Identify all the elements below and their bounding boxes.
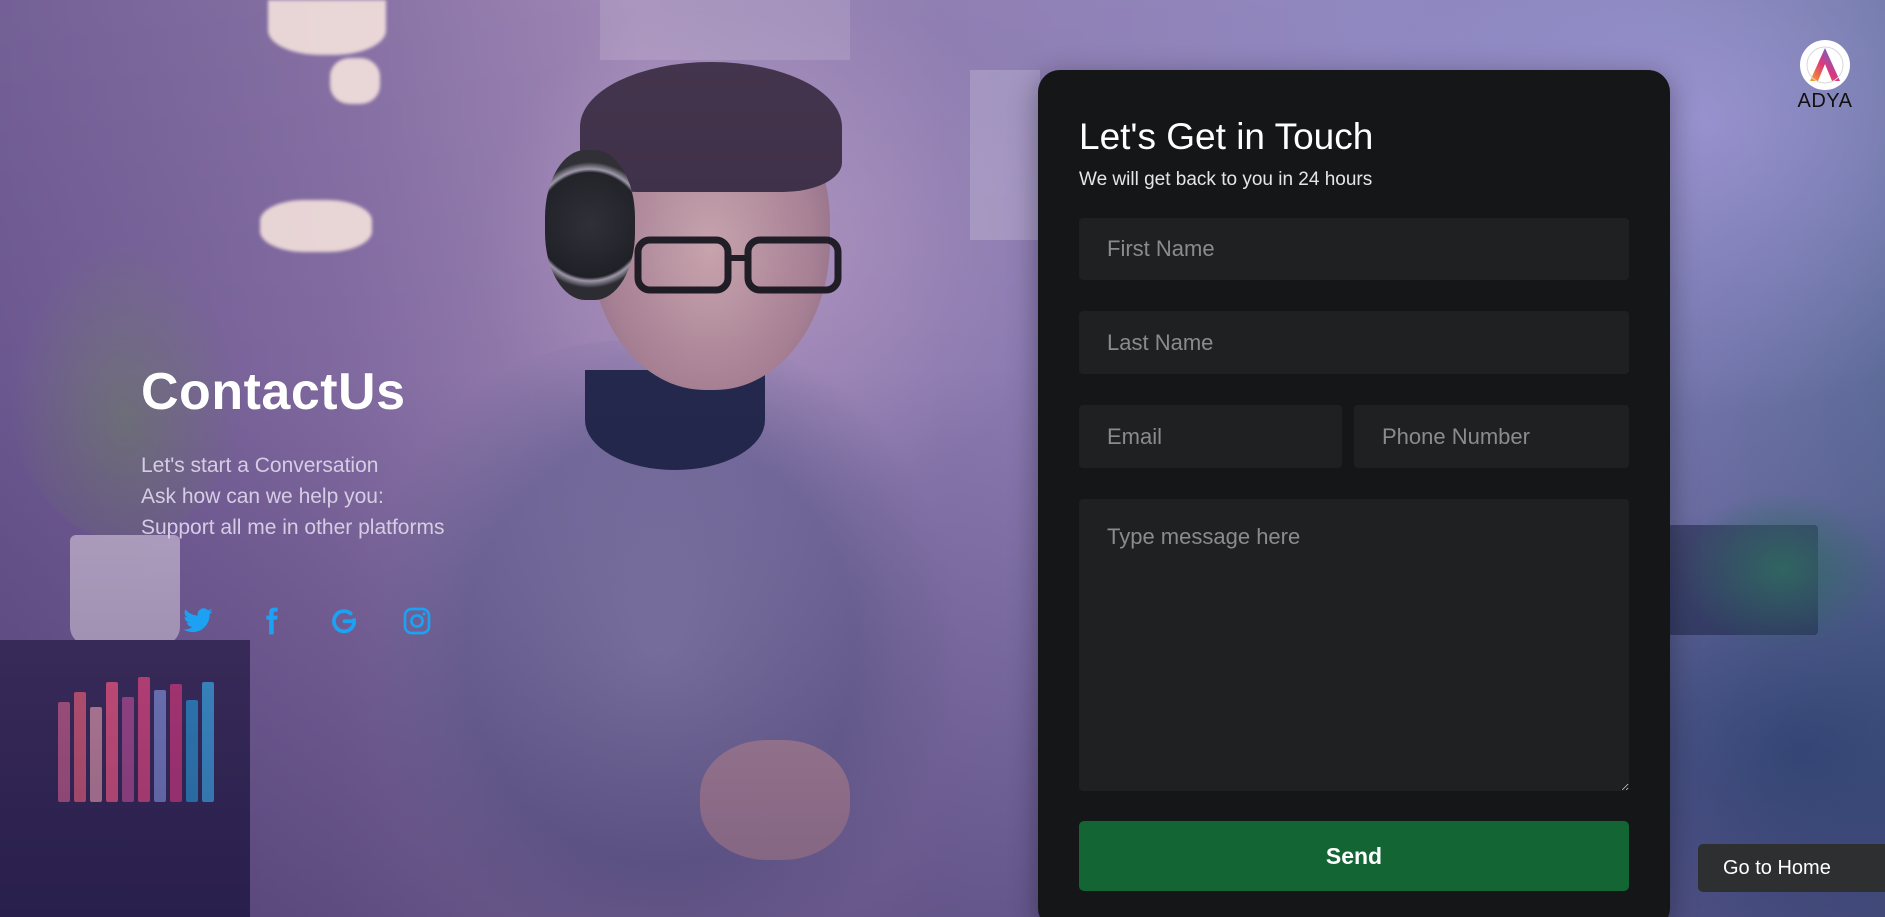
send-button[interactable]: Send xyxy=(1079,821,1629,891)
logo-a-icon xyxy=(1806,46,1844,84)
page-title: ContactUs xyxy=(141,363,406,421)
hero-line: Let's start a Conversation xyxy=(141,454,379,477)
form-title: Let's Get in Touch xyxy=(1079,116,1374,157)
form-subtitle: We will get back to you in 24 hours xyxy=(1079,169,1373,190)
contact-form-card: Let's Get in Touch We will get back to y… xyxy=(1038,70,1670,917)
twitter-link[interactable] xyxy=(180,603,216,639)
instagram-icon xyxy=(403,607,431,635)
message-textarea[interactable] xyxy=(1079,499,1629,791)
google-icon xyxy=(332,609,357,634)
logo-icon xyxy=(1800,40,1850,90)
google-link[interactable] xyxy=(326,603,362,639)
logo-text: ADYA xyxy=(1797,90,1853,112)
hero-line: Ask how can we help you: xyxy=(141,485,384,508)
social-links xyxy=(180,603,435,639)
phone-number-input[interactable] xyxy=(1354,405,1629,468)
go-to-home-button[interactable]: Go to Home xyxy=(1698,844,1885,892)
hero-line: Support all me in other platforms xyxy=(141,516,445,539)
brand-logo[interactable]: ADYA xyxy=(1794,40,1856,113)
instagram-link[interactable] xyxy=(399,603,435,639)
contact-page: ContactUs Let's start a Conversation Ask… xyxy=(0,0,1885,917)
first-name-input[interactable] xyxy=(1079,218,1629,280)
facebook-icon xyxy=(266,607,278,635)
last-name-input[interactable] xyxy=(1079,311,1629,374)
email-input[interactable] xyxy=(1079,405,1342,468)
hero-text: Let's start a Conversation Ask how can w… xyxy=(141,450,561,543)
facebook-link[interactable] xyxy=(253,603,289,639)
twitter-icon xyxy=(183,608,213,633)
hero-section: ContactUs Let's start a Conversation Ask… xyxy=(141,362,561,543)
